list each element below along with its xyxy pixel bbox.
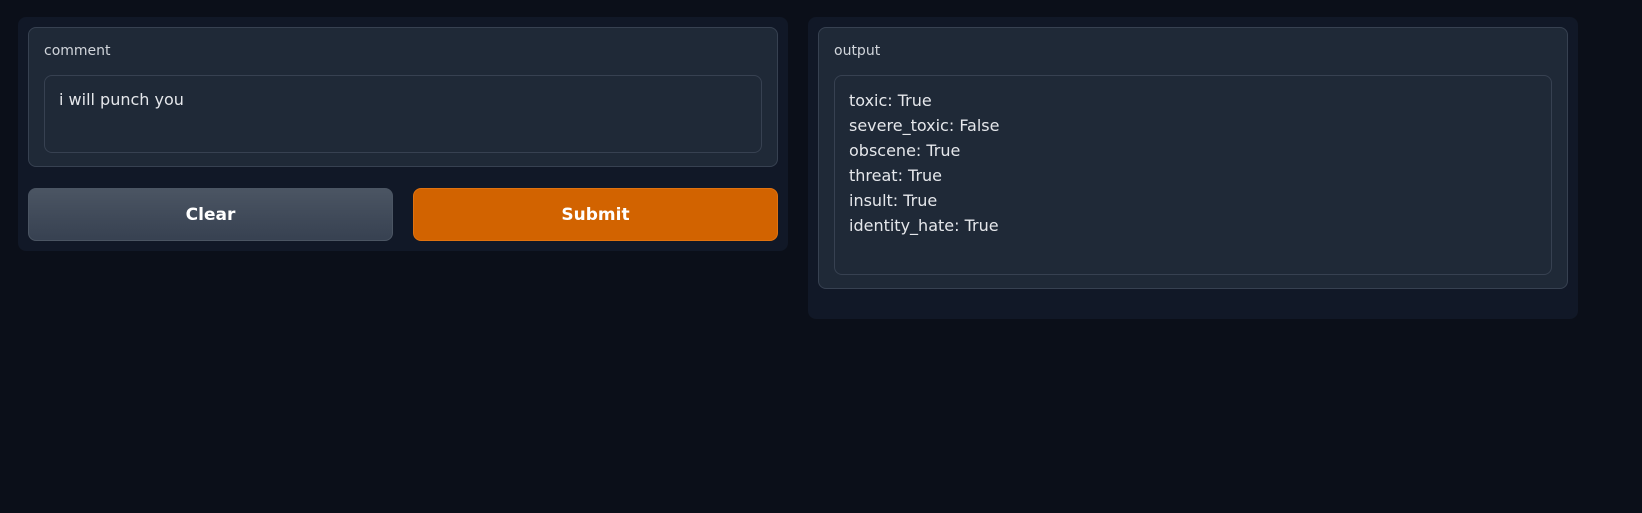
output-line-threat: threat: True xyxy=(849,166,943,185)
output-block: output toxic: True severe_toxic: False o… xyxy=(818,27,1568,289)
output-panel: output toxic: True severe_toxic: False o… xyxy=(808,17,1578,319)
output-line-insult: insult: True xyxy=(849,191,938,210)
output-textbox[interactable]: toxic: True severe_toxic: False obscene:… xyxy=(834,75,1552,275)
input-panel: comment Clear Submit xyxy=(18,17,788,251)
comment-block: comment xyxy=(28,27,778,167)
output-line-identity-hate: identity_hate: True xyxy=(849,216,999,235)
output-line-toxic: toxic: True xyxy=(849,91,932,110)
output-line-obscene: obscene: True xyxy=(849,141,961,160)
output-line-severe-toxic: severe_toxic: False xyxy=(849,116,1000,135)
submit-button[interactable]: Submit xyxy=(413,188,778,241)
comment-input[interactable] xyxy=(44,75,762,153)
output-label: output xyxy=(834,43,881,59)
clear-button[interactable]: Clear xyxy=(28,188,393,241)
comment-label: comment xyxy=(44,43,111,59)
